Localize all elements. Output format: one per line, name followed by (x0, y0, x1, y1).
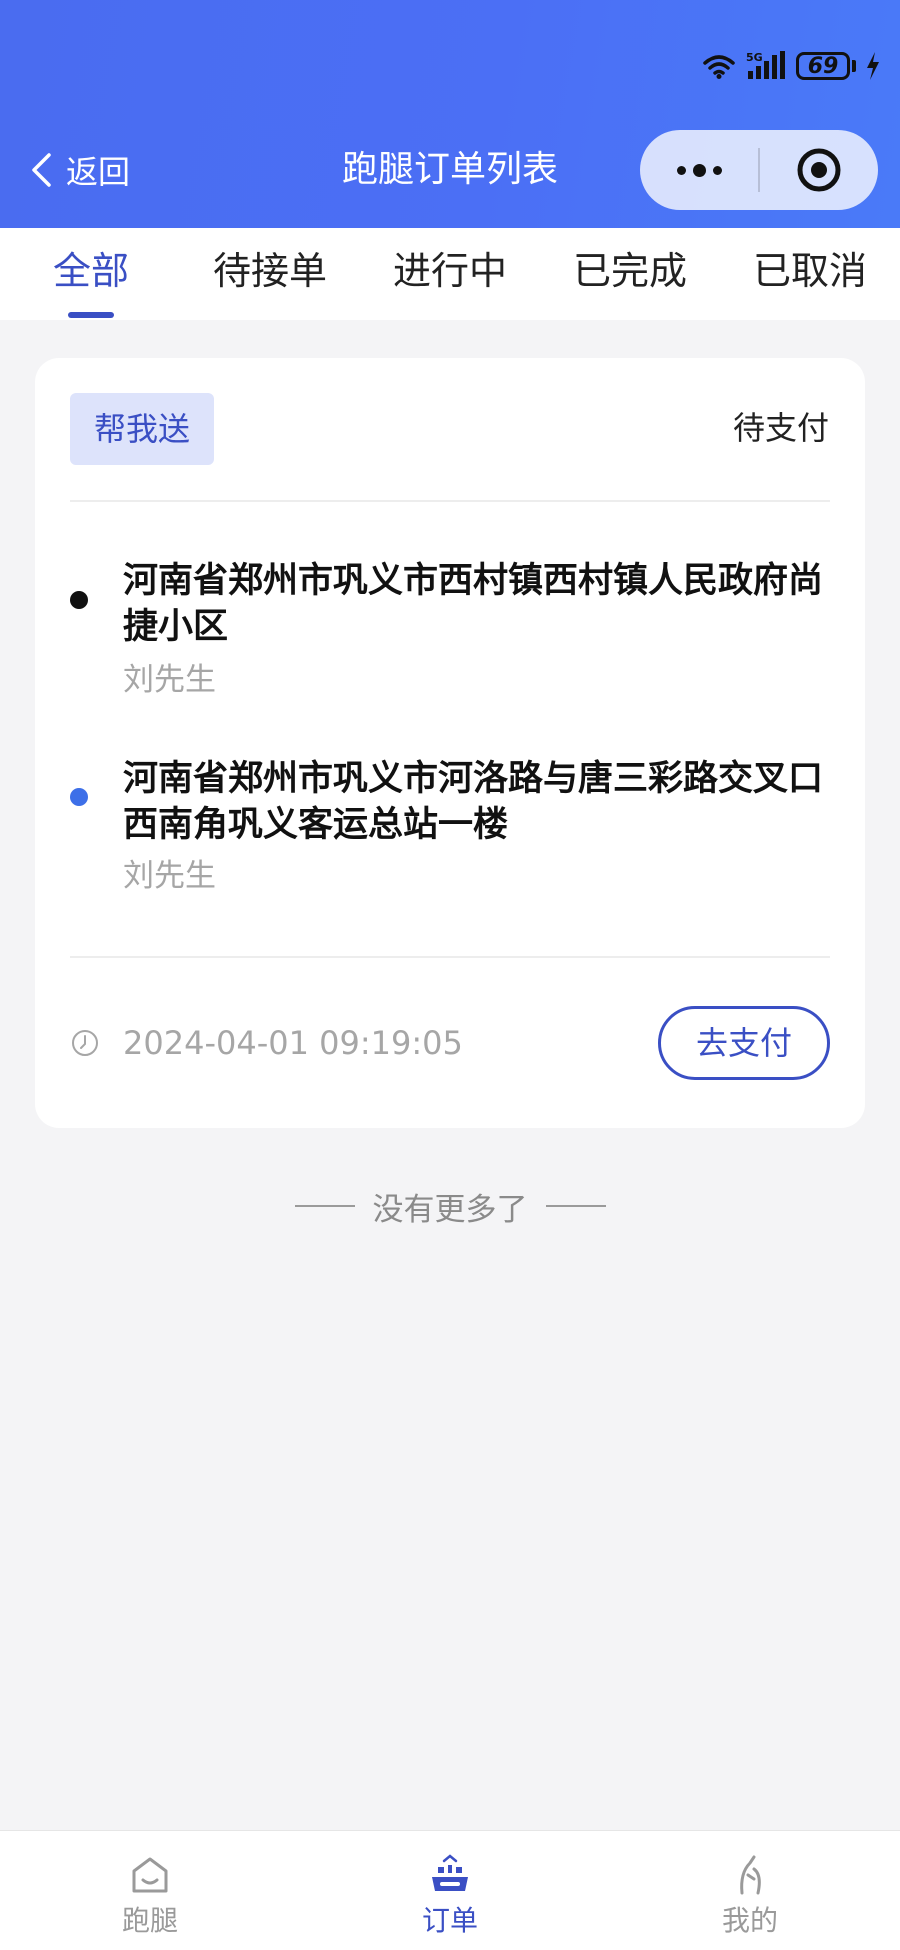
more-button[interactable] (640, 130, 758, 210)
network-type: 5G (746, 51, 763, 64)
signal-icon: 5G (746, 51, 786, 81)
status-bar: 5G 69 (702, 48, 880, 84)
order-icon (432, 1854, 468, 1891)
pickup-contact-name: 刘先生 (123, 662, 216, 698)
tabbar-label: 跑腿 (121, 1904, 178, 1937)
tabbar-item-orders[interactable]: 订单 (370, 1831, 530, 1950)
no-more-footer: 没有更多了 (0, 1184, 900, 1228)
order-status: 待支付 (732, 409, 829, 447)
close-miniprogram-button[interactable] (760, 130, 878, 210)
pickup-dot-icon (70, 591, 88, 609)
miniprogram-capsule (640, 130, 878, 210)
tab-indicator (68, 312, 114, 318)
order-type-badge: 帮我送 (70, 393, 214, 465)
battery-icon: 69 (796, 52, 856, 80)
tab-in-progress[interactable]: 进行中 (390, 246, 510, 296)
clock-icon (72, 1030, 98, 1056)
target-close-icon (797, 148, 841, 192)
home-icon (132, 1857, 168, 1893)
tab-pending-accept[interactable]: 待接单 (210, 246, 330, 296)
dropoff-address: 河南省郑州市巩义市河洛路与唐三彩路交叉口西南角巩义客运总站一楼 (123, 759, 824, 845)
order-card[interactable]: 帮我送 待支付 河南省郑州市巩义市西村镇西村镇人民政府尚捷小区 刘先生 河南省郑… (35, 358, 865, 1128)
status-tabs: 全部 待接单 进行中 已完成 已取消 (0, 228, 900, 320)
profile-icon (740, 1855, 761, 1895)
tab-completed[interactable]: 已完成 (570, 246, 690, 296)
bottom-tabbar: 跑腿 订单 我的 (0, 1830, 900, 1950)
divider (70, 500, 830, 502)
dropoff-contact-name: 刘先生 (123, 858, 216, 894)
tab-all[interactable]: 全部 (50, 246, 132, 296)
charging-icon (866, 52, 880, 80)
header-bar: 5G 69 返回 跑腿订单列表 (0, 0, 900, 228)
no-more-text: 没有更多了 (372, 1191, 528, 1228)
tabbar-item-profile[interactable]: 我的 (670, 1831, 830, 1950)
pickup-address: 河南省郑州市巩义市西村镇西村镇人民政府尚捷小区 (123, 561, 824, 647)
order-time: 2024-04-01 09:19:05 (123, 1024, 463, 1062)
tabbar-label: 我的 (721, 1904, 778, 1937)
battery-level: 69 (796, 52, 850, 80)
divider (70, 956, 830, 958)
tabbar-item-errand[interactable]: 跑腿 (70, 1831, 230, 1950)
tab-cancelled[interactable]: 已取消 (750, 246, 870, 296)
tabbar-label: 订单 (421, 1904, 478, 1937)
wifi-icon (702, 53, 736, 79)
dropoff-dot-icon (70, 788, 88, 806)
pay-button[interactable]: 去支付 (658, 1006, 830, 1080)
